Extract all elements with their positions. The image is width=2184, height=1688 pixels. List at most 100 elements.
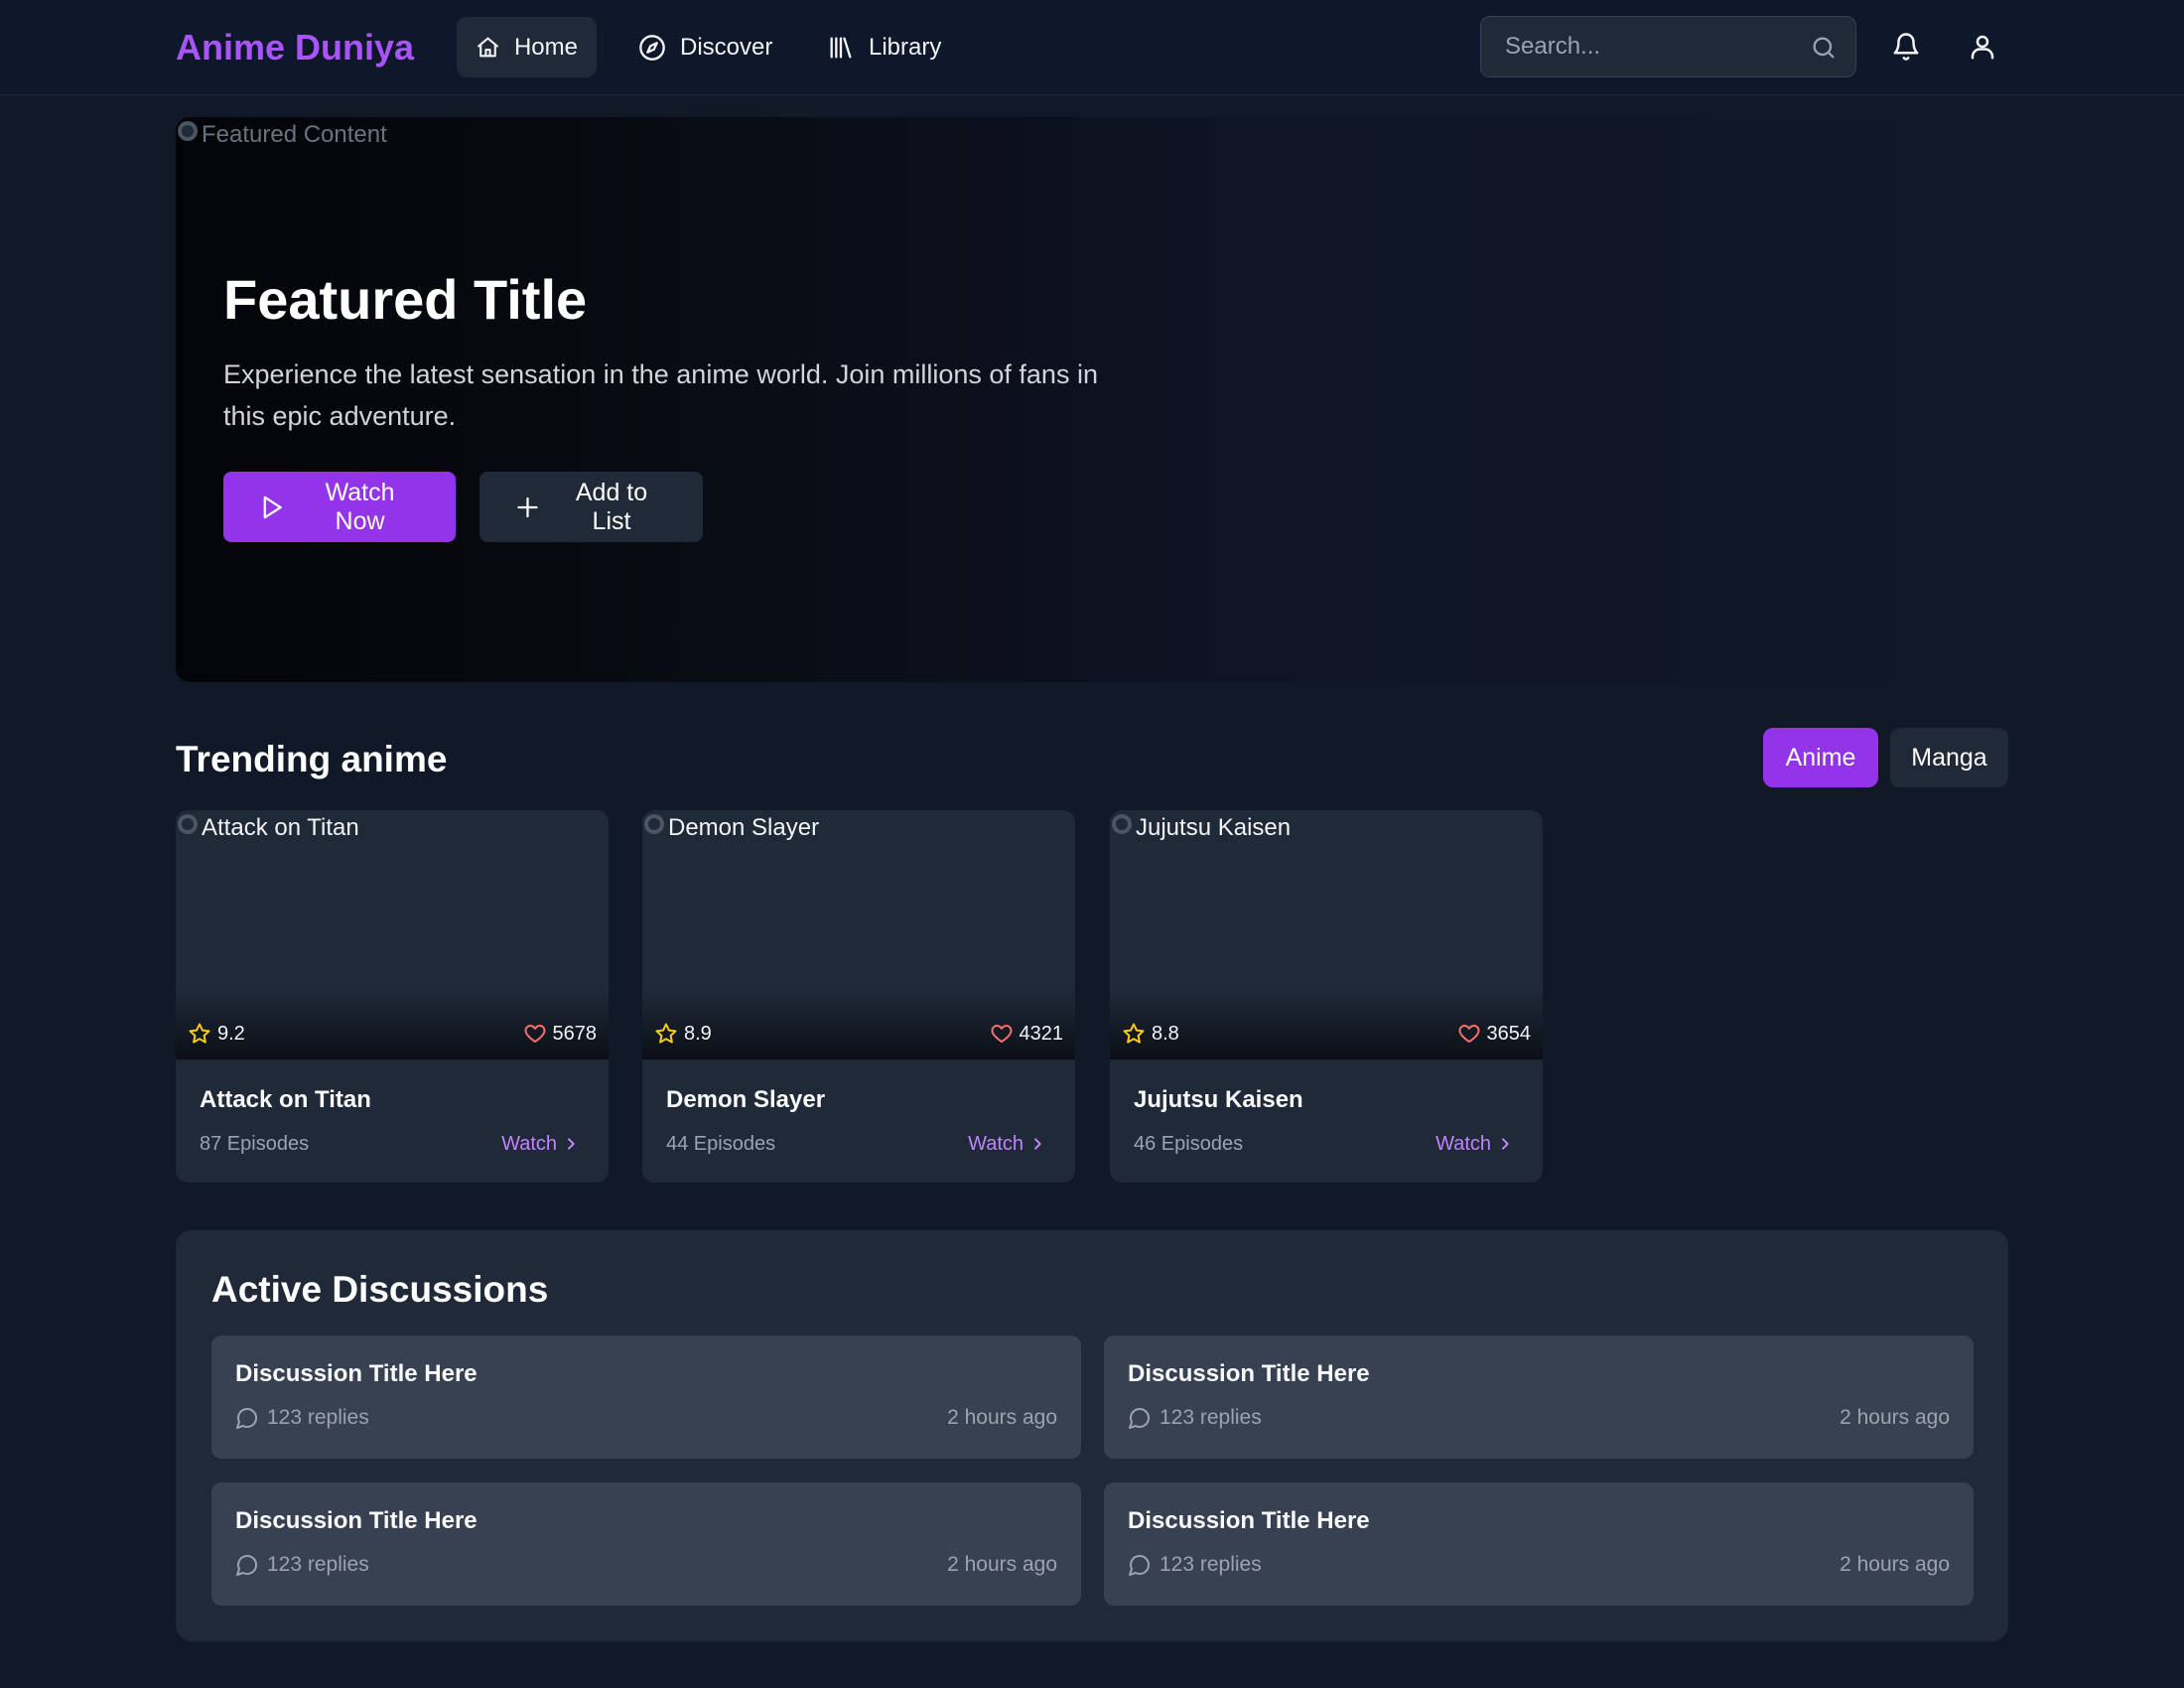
discussion-time: 2 hours ago: [947, 1406, 1057, 1429]
card-likes-value: 3654: [1486, 1022, 1532, 1045]
card-rating-value: 8.9: [684, 1022, 712, 1045]
watch-now-label: Watch Now: [325, 478, 395, 535]
nav-discover[interactable]: Discover: [619, 17, 791, 77]
card-likes: 3654: [1457, 1022, 1532, 1046]
card-image-alt: Jujutsu Kaisen: [1136, 814, 1292, 841]
trending-title: Trending anime: [176, 739, 448, 779]
discussion-replies-count: 123 replies: [267, 1553, 369, 1576]
home-icon: [478, 37, 498, 57]
discussion-title: Discussion Title Here: [235, 1360, 478, 1387]
star-icon: [1123, 1023, 1145, 1044]
discussion-item[interactable]: Discussion Title Here 123 replies 2 hour…: [1104, 1482, 1974, 1606]
hero-content: Featured Title Experience the latest sen…: [223, 264, 1137, 542]
message-circle-icon: [1129, 1408, 1150, 1429]
message-circle-icon: [236, 1408, 257, 1429]
hero-image-alt: Featured Content: [202, 121, 387, 148]
card-watch-label: Watch: [1435, 1133, 1491, 1155]
message-circle-icon: [236, 1555, 257, 1576]
user-icon[interactable]: [1968, 32, 1997, 62]
broken-image-icon: [178, 814, 198, 834]
heart-icon: [991, 1025, 1012, 1043]
card-likes-value: 4321: [1019, 1022, 1064, 1045]
brand-logo[interactable]: Anime Duniya: [176, 24, 414, 71]
discussion-replies: 123 replies: [235, 1550, 369, 1580]
card-likes: 5678: [523, 1022, 598, 1046]
anime-card[interactable]: Demon Slayer 8.9 4321 Demon Slayer 44 Ep…: [642, 810, 1075, 1183]
hero-description: Experience the latest sensation in the a…: [223, 359, 1098, 431]
card-likes: 4321: [990, 1022, 1064, 1046]
plus-icon: [517, 496, 538, 517]
discussion-item[interactable]: Discussion Title Here 123 replies 2 hour…: [211, 1336, 1081, 1459]
card-image-placeholder: Demon Slayer: [642, 810, 819, 846]
featured-hero: Featured Content Featured Title Experien…: [176, 117, 2007, 682]
discussion-replies: 123 replies: [1128, 1550, 1262, 1580]
card-watch-label: Watch: [968, 1133, 1024, 1155]
card-rating-value: 8.8: [1152, 1022, 1179, 1045]
card-image-placeholder: Attack on Titan: [176, 810, 359, 846]
search-icon[interactable]: [1810, 34, 1838, 62]
discussion-item[interactable]: Discussion Title Here 123 replies 2 hour…: [1104, 1336, 1974, 1459]
anime-card[interactable]: Attack on Titan 9.2 5678 Attack on Titan…: [176, 810, 609, 1183]
add-to-list-button[interactable]: Add to List: [479, 472, 703, 542]
discussion-replies-count: 123 replies: [1160, 1406, 1262, 1429]
hero-title: Featured Title: [223, 268, 588, 331]
anime-card[interactable]: Jujutsu Kaisen 8.8 3654 Jujutsu Kaisen 4…: [1110, 810, 1543, 1183]
discussion-time: 2 hours ago: [1840, 1553, 1950, 1576]
discussion-replies: 123 replies: [235, 1403, 369, 1433]
card-title: Jujutsu Kaisen: [1134, 1086, 1303, 1113]
card-likes-value: 5678: [552, 1022, 598, 1045]
discussion-replies-count: 123 replies: [1160, 1553, 1262, 1576]
chevron-right-icon: [568, 1138, 575, 1150]
top-navbar: Anime Duniya Home Discover Library: [0, 0, 2184, 95]
nav-discover-label: Discover: [680, 33, 773, 61]
card-rating: 8.9: [654, 1022, 712, 1046]
discussions-title: Active Discussions: [211, 1269, 549, 1310]
card-episodes: 44 Episodes: [666, 1133, 776, 1155]
heart-icon: [1458, 1025, 1479, 1043]
bell-icon[interactable]: [1891, 32, 1921, 62]
tab-anime[interactable]: Anime: [1763, 728, 1878, 787]
discussion-time: 2 hours ago: [947, 1553, 1057, 1576]
nav-library-label: Library: [869, 33, 942, 61]
search-input[interactable]: [1481, 17, 1855, 76]
discussion-time: 2 hours ago: [1840, 1406, 1950, 1429]
card-watch-link[interactable]: Watch: [1435, 1130, 1513, 1158]
discussion-title: Discussion Title Here: [235, 1507, 478, 1534]
search-box: [1480, 16, 1856, 77]
card-image[interactable]: Attack on Titan 9.2 5678: [176, 810, 609, 1059]
card-rating: 8.8: [1122, 1022, 1179, 1046]
compass-icon: [639, 34, 665, 61]
heart-icon: [524, 1025, 545, 1043]
card-title: Attack on Titan: [200, 1086, 371, 1113]
card-watch-link[interactable]: Watch: [968, 1130, 1045, 1158]
active-discussions: Active Discussions Discussion Title Here…: [176, 1230, 2008, 1641]
card-image[interactable]: Jujutsu Kaisen 8.8 3654: [1110, 810, 1543, 1059]
card-image-alt: Attack on Titan: [202, 814, 359, 841]
watch-now-button[interactable]: Watch Now: [223, 472, 456, 542]
card-image-alt: Demon Slayer: [668, 814, 820, 841]
card-watch-link[interactable]: Watch: [501, 1130, 579, 1158]
add-to-list-label: Add to List: [575, 478, 648, 535]
card-image[interactable]: Demon Slayer 8.9 4321: [642, 810, 1075, 1059]
tab-manga[interactable]: Manga: [1890, 728, 2008, 787]
discussion-title: Discussion Title Here: [1128, 1507, 1370, 1534]
broken-image-icon: [1112, 814, 1132, 834]
card-episodes: 46 Episodes: [1134, 1133, 1244, 1155]
star-icon: [655, 1023, 677, 1044]
chevron-right-icon: [1502, 1138, 1509, 1150]
play-icon: [263, 495, 282, 518]
card-image-placeholder: Jujutsu Kaisen: [1110, 810, 1291, 846]
broken-image-icon: [178, 121, 198, 141]
nav-home[interactable]: Home: [457, 17, 597, 77]
discussion-title: Discussion Title Here: [1128, 1360, 1370, 1387]
nav-library[interactable]: Library: [808, 17, 960, 77]
card-rating-value: 9.2: [217, 1022, 245, 1045]
broken-image-icon: [644, 814, 664, 834]
discussion-item[interactable]: Discussion Title Here 123 replies 2 hour…: [211, 1482, 1081, 1606]
hero-image-placeholder: Featured Content: [176, 117, 387, 153]
star-icon: [189, 1023, 210, 1044]
message-circle-icon: [1129, 1555, 1150, 1576]
library-icon: [830, 37, 852, 58]
hero-actions: Watch Now Add to List: [223, 472, 1137, 542]
discussion-replies: 123 replies: [1128, 1403, 1262, 1433]
